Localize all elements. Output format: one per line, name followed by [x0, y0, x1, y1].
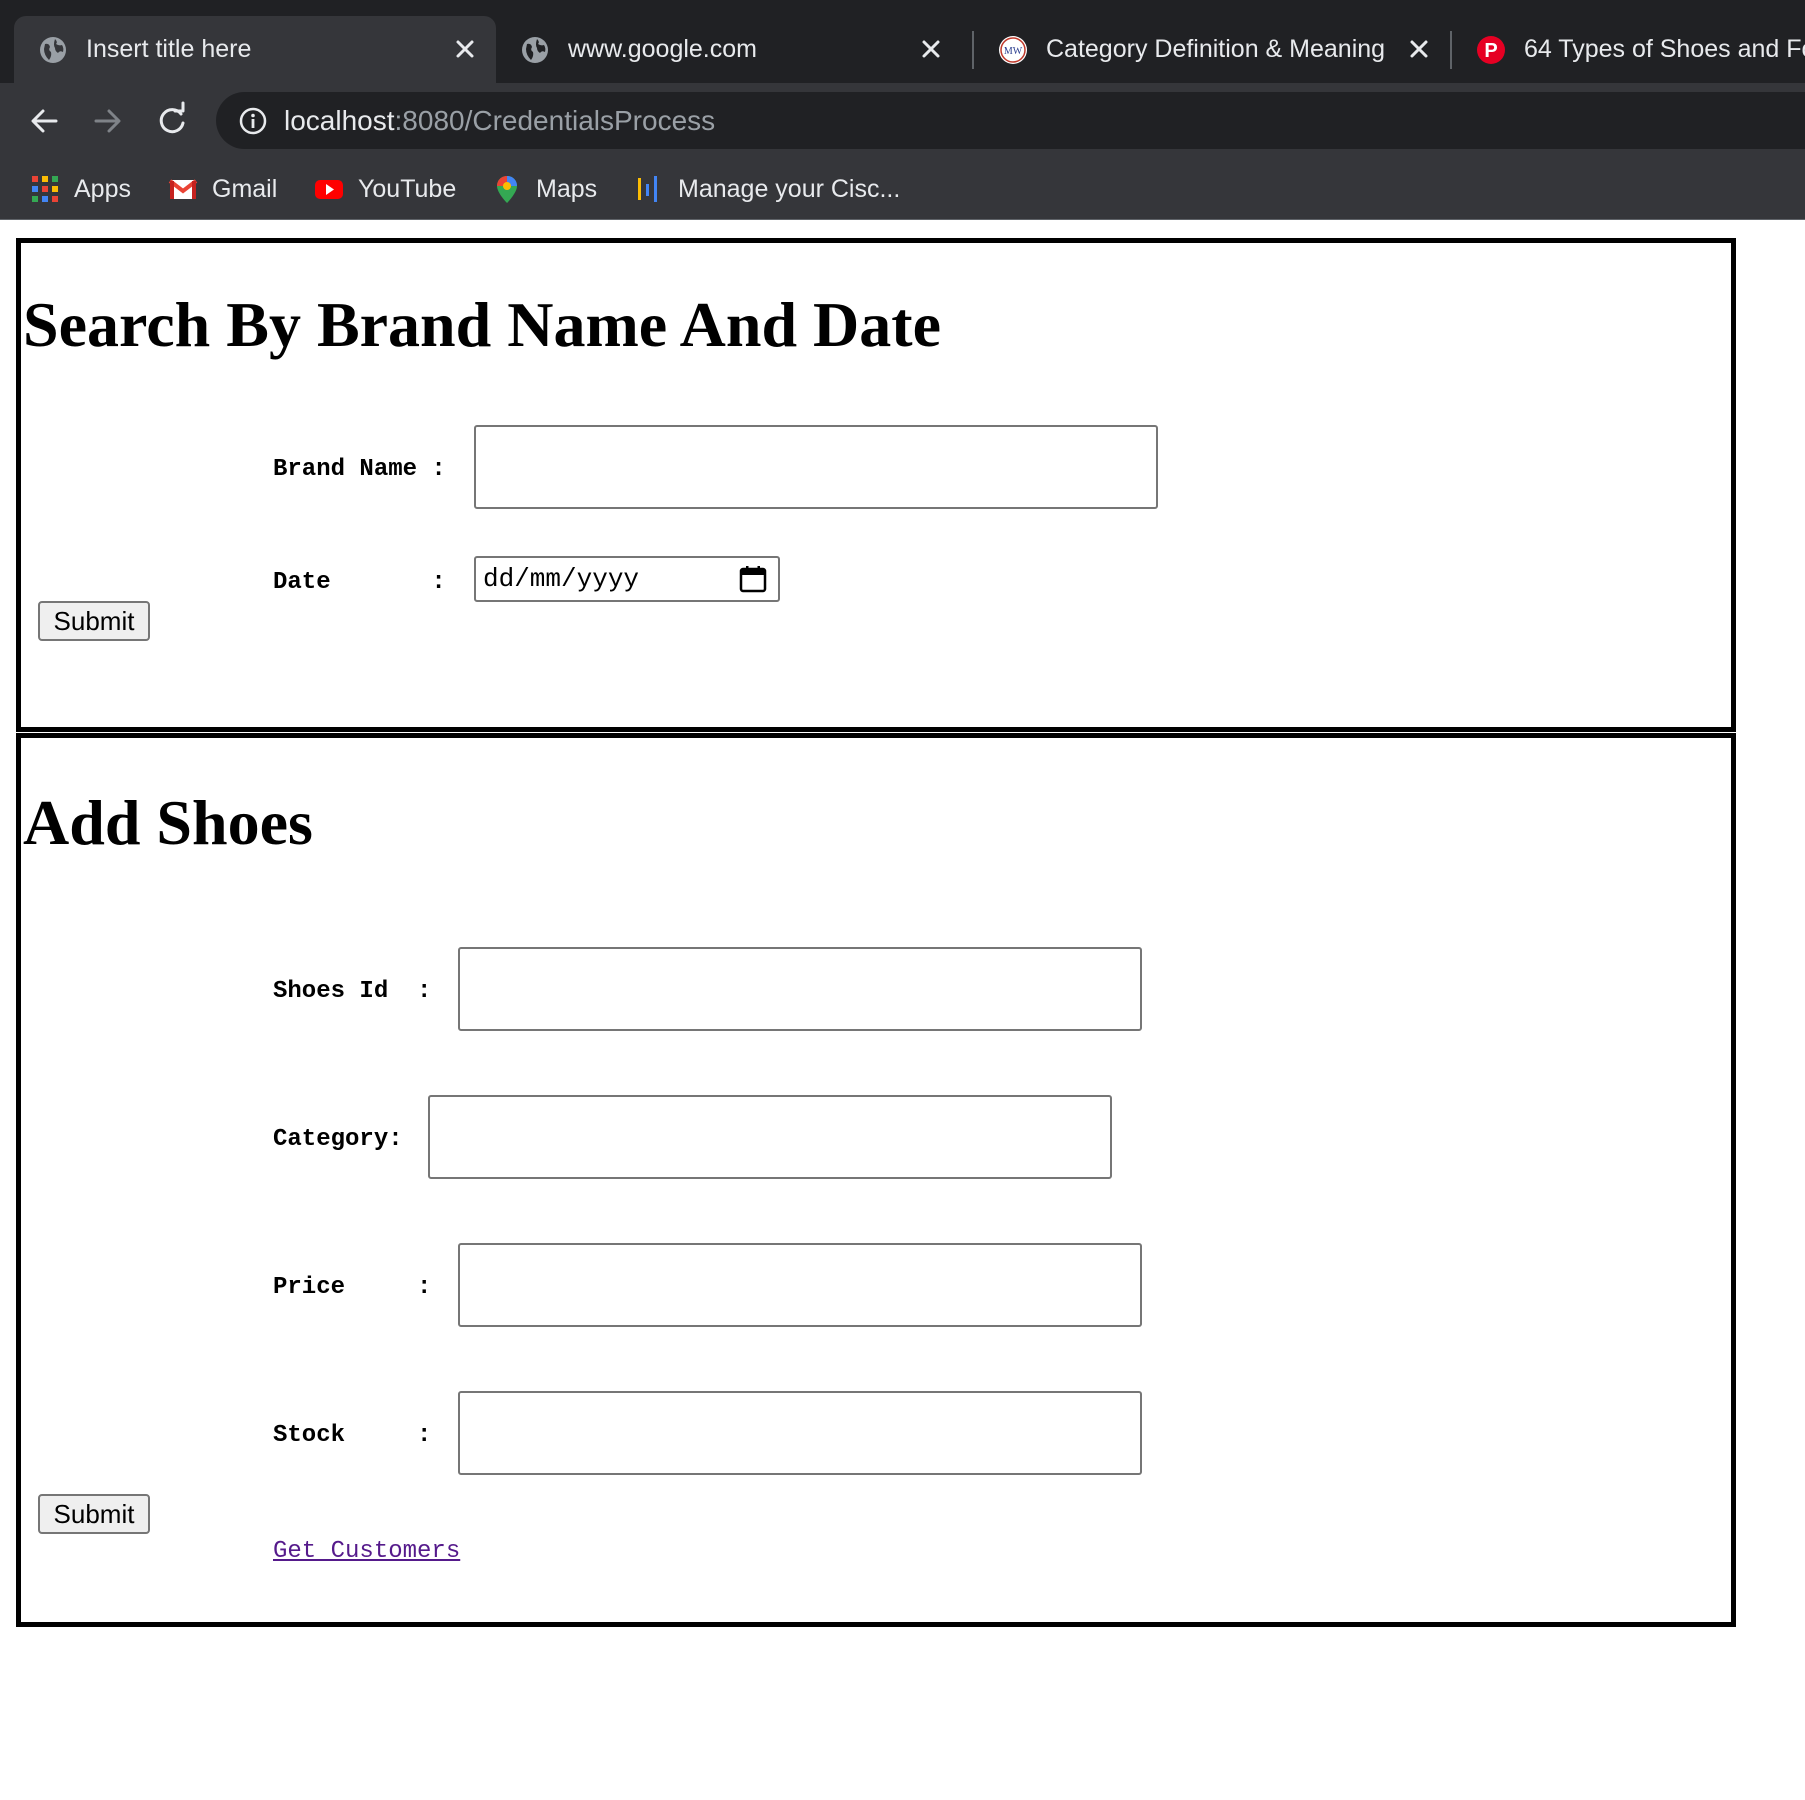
bookmark-label: Maps: [536, 174, 598, 203]
forward-arrow-icon[interactable]: [86, 99, 130, 143]
bookmark-youtube[interactable]: YouTube: [314, 158, 456, 220]
maps-pin-icon: [497, 176, 517, 203]
shoes-id-label: Shoes Id :: [273, 978, 432, 1005]
bookmarks-bar: Apps Gmail YouTube Maps Manage your Cisc…: [0, 158, 1805, 220]
globe-icon: [40, 37, 66, 63]
url-text: localhost:8080/CredentialsProcess: [284, 92, 715, 149]
add-shoes-submit-button[interactable]: Submit: [38, 1494, 150, 1534]
close-icon[interactable]: [1404, 34, 1434, 64]
price-label: Price :: [273, 1274, 432, 1301]
bookmark-label: Apps: [74, 174, 131, 203]
close-icon[interactable]: [450, 34, 480, 64]
tab-google[interactable]: www.google.com: [496, 16, 968, 83]
category-label: Category:: [273, 1126, 403, 1153]
tab-title: 64 Types of Shoes and Fo: [1524, 35, 1805, 63]
tab-insert-title[interactable]: Insert title here: [14, 16, 496, 83]
date-label: Date :: [273, 569, 446, 596]
pinterest-icon: P: [1477, 36, 1505, 64]
url-path: :8080/CredentialsProcess: [394, 105, 716, 136]
merriam-webster-icon: MW: [999, 36, 1027, 64]
get-customers-link[interactable]: Get Customers: [273, 1540, 460, 1564]
search-form-panel: Search By Brand Name And Date Brand Name…: [16, 238, 1736, 732]
price-input[interactable]: [458, 1243, 1142, 1327]
bookmark-label: Gmail: [212, 174, 278, 203]
browser-toolbar: localhost:8080/CredentialsProcess: [0, 83, 1805, 158]
shoes-id-input[interactable]: [458, 947, 1142, 1031]
bookmark-apps[interactable]: Apps: [30, 158, 131, 220]
apps-grid-icon: [32, 176, 58, 202]
info-icon[interactable]: [238, 106, 268, 136]
brand-name-label: Brand Name :: [273, 456, 446, 483]
bookmark-label: YouTube: [358, 174, 457, 203]
add-shoes-panel: Add Shoes Shoes Id : Category: Price : S…: [16, 733, 1736, 1627]
date-input[interactable]: dd/mm/yyyy: [474, 556, 780, 602]
search-heading: Search By Brand Name And Date: [23, 289, 941, 360]
address-bar[interactable]: localhost:8080/CredentialsProcess: [216, 92, 1805, 149]
stock-input[interactable]: [458, 1391, 1142, 1475]
stock-label: Stock :: [273, 1422, 432, 1449]
add-shoes-heading: Add Shoes: [23, 787, 313, 858]
tab-category-definition[interactable]: MW Category Definition & Meaning: [974, 16, 1448, 83]
bookmark-maps[interactable]: Maps: [492, 158, 597, 220]
close-icon[interactable]: [916, 34, 946, 64]
tab-types-of-shoes[interactable]: P 64 Types of Shoes and Fo: [1452, 16, 1805, 83]
cisco-bars-icon: [638, 176, 657, 202]
svg-text:MW: MW: [1004, 46, 1023, 57]
calendar-icon[interactable]: [738, 564, 768, 594]
tab-title: Insert title here: [86, 35, 252, 63]
bookmark-label: Manage your Cisc...: [678, 174, 901, 203]
bookmark-gmail[interactable]: Gmail: [168, 158, 277, 220]
back-arrow-icon[interactable]: [22, 99, 66, 143]
brand-name-input[interactable]: [474, 425, 1158, 509]
tab-title: www.google.com: [568, 35, 757, 63]
tab-title: Category Definition & Meaning: [1046, 35, 1386, 63]
search-submit-button[interactable]: Submit: [38, 601, 150, 641]
reload-icon[interactable]: [150, 99, 194, 143]
category-input[interactable]: [428, 1095, 1112, 1179]
svg-text:P: P: [1484, 40, 1497, 62]
globe-icon: [522, 37, 548, 63]
url-host: localhost: [284, 105, 395, 136]
browser-chrome: Insert title here www.google.com MW Cate…: [0, 0, 1805, 220]
gmail-icon: [168, 179, 198, 199]
date-placeholder: dd/mm/yyyy: [483, 564, 640, 594]
tab-strip: Insert title here www.google.com MW Cate…: [0, 0, 1805, 83]
youtube-icon: [315, 180, 343, 199]
bookmark-cisco[interactable]: Manage your Cisc...: [634, 158, 900, 220]
